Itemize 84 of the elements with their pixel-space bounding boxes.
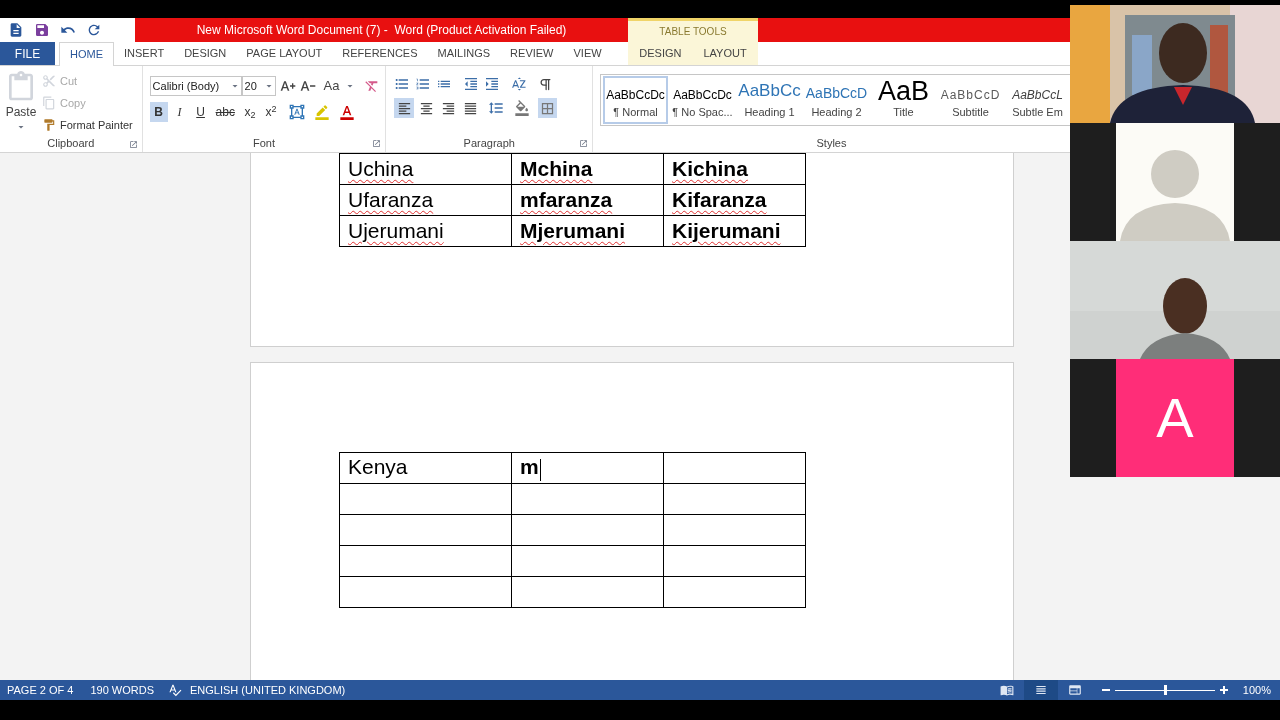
ribbon-tab[interactable]: REFERENCES xyxy=(332,42,428,65)
page-lines-icon xyxy=(1033,683,1048,697)
table-cell-text: Mjerumani xyxy=(520,218,626,242)
format-button[interactable]: x$_{2}$ xyxy=(240,102,259,122)
group-label: Styles xyxy=(816,135,847,151)
file-tab[interactable]: FILE xyxy=(0,42,55,65)
dialog-launcher-icon[interactable] xyxy=(372,139,382,148)
style-item[interactable]: AaBbCcDc ¶ Normal xyxy=(603,76,668,124)
avatar-silhouette-icon xyxy=(1116,123,1234,241)
zoom-slider[interactable] xyxy=(1114,685,1215,695)
dialog-launcher-icon[interactable] xyxy=(579,139,588,148)
word-count: 190 WORDS xyxy=(90,682,154,698)
ribbon-tab[interactable]: DESIGN xyxy=(174,42,237,65)
format-button[interactable]: B xyxy=(149,102,168,122)
align-button[interactable] xyxy=(394,98,415,118)
zoom-thumb[interactable] xyxy=(1163,685,1167,695)
borders-button[interactable] xyxy=(538,98,558,118)
zoom-in-icon[interactable] xyxy=(1219,686,1228,694)
group-label: Paragraph xyxy=(463,135,515,151)
style-item[interactable]: AaBbCcDc ¶ No Spac... xyxy=(670,76,735,124)
style-item[interactable]: AaBbCc Heading 1 xyxy=(737,76,802,124)
table-cell-text: Ujerumani xyxy=(348,218,444,242)
paintbrush-icon xyxy=(42,118,56,132)
table-cell-text: Kijerumani xyxy=(672,218,781,242)
proofing-icon[interactable] xyxy=(168,683,182,697)
ribbon-tab[interactable]: DESIGN xyxy=(629,42,692,65)
table-cell-text: Ufaranza xyxy=(348,187,434,211)
line-spacing-icon[interactable] xyxy=(488,100,505,116)
web-page-icon xyxy=(1067,683,1082,697)
style-item[interactable]: AaBbCcD Subtitle xyxy=(938,76,1003,124)
show-marks-icon[interactable] xyxy=(538,76,554,92)
avatar-initial: A xyxy=(1156,385,1194,451)
clear-formatting-icon[interactable] xyxy=(363,78,380,94)
decrease-indent-icon[interactable] xyxy=(463,76,480,92)
shading-icon[interactable] xyxy=(514,100,531,116)
grow-font-icon[interactable] xyxy=(279,78,296,94)
scissors-icon xyxy=(42,74,56,88)
numbering-icon[interactable] xyxy=(415,76,432,92)
word-logo-icon xyxy=(8,22,24,38)
page-count: PAGE 2 OF 4 xyxy=(7,682,74,698)
ribbon-tab[interactable]: HOME xyxy=(59,42,114,66)
format-button[interactable]: abc xyxy=(212,102,238,122)
format-button[interactable]: x$^{2}$ xyxy=(261,102,280,122)
redo-icon[interactable] xyxy=(86,22,102,38)
bullets-icon[interactable] xyxy=(394,76,411,92)
window-title: New Microsoft Word Document (7) - Word (Product Activation Failed) xyxy=(196,22,567,39)
style-item[interactable]: AaBbCcL Subtle Em xyxy=(1005,76,1070,124)
ribbon-tab[interactable]: VIEW xyxy=(563,42,612,65)
format-button[interactable]: U xyxy=(191,102,210,122)
change-case-button[interactable]: Aa xyxy=(323,76,340,96)
dialog-launcher-icon[interactable] xyxy=(128,140,138,149)
ribbon-tab[interactable]: LAYOUT xyxy=(693,42,757,65)
font-family-field[interactable]: Calibri (Body) xyxy=(149,76,242,96)
save-icon[interactable] xyxy=(34,22,50,38)
table-cell-text: Kichina xyxy=(672,156,748,180)
ribbon-tab[interactable]: REVIEW xyxy=(500,42,564,65)
ribbon-tab[interactable]: INSERT xyxy=(114,42,175,65)
table-cell-text: Mchina xyxy=(520,156,593,180)
clipboard-action[interactable]: Format Painter xyxy=(42,115,133,135)
table-cell-text: Kenya xyxy=(348,455,408,479)
group-label: Font xyxy=(253,135,276,151)
ribbon-tab[interactable]: MAILINGS xyxy=(427,42,501,65)
format-button[interactable]: I xyxy=(170,102,189,122)
language: ENGLISH (UNITED KINGDOM) xyxy=(190,682,346,698)
increase-indent-icon[interactable] xyxy=(484,76,501,92)
paste-button[interactable]: Paste xyxy=(0,71,42,135)
style-item[interactable]: AaB Title xyxy=(871,76,936,124)
sort-icon[interactable] xyxy=(511,76,528,92)
book-icon xyxy=(999,683,1014,697)
ribbon-tab[interactable]: PAGE LAYOUT xyxy=(236,42,333,65)
shrink-font-icon[interactable] xyxy=(299,78,316,94)
zoom-level[interactable]: 100% xyxy=(1242,681,1271,699)
font-color-icon[interactable] xyxy=(338,104,355,120)
text-effects-icon[interactable] xyxy=(288,104,305,120)
table-cell-text: m xyxy=(520,455,539,479)
contextual-group-label: TABLE TOOLS xyxy=(659,25,727,39)
font-size-field[interactable]: 20 xyxy=(241,76,276,96)
table-cell-text: Kifaranza xyxy=(672,187,767,211)
copy-icon xyxy=(42,96,56,110)
table-cell-text: Uchina xyxy=(348,156,414,180)
view-button[interactable] xyxy=(1023,680,1058,700)
group-label: Clipboard xyxy=(47,136,95,152)
style-item[interactable]: AaBbCcD Heading 2 xyxy=(804,76,869,124)
table-cell-text: mfaranza xyxy=(520,187,613,211)
